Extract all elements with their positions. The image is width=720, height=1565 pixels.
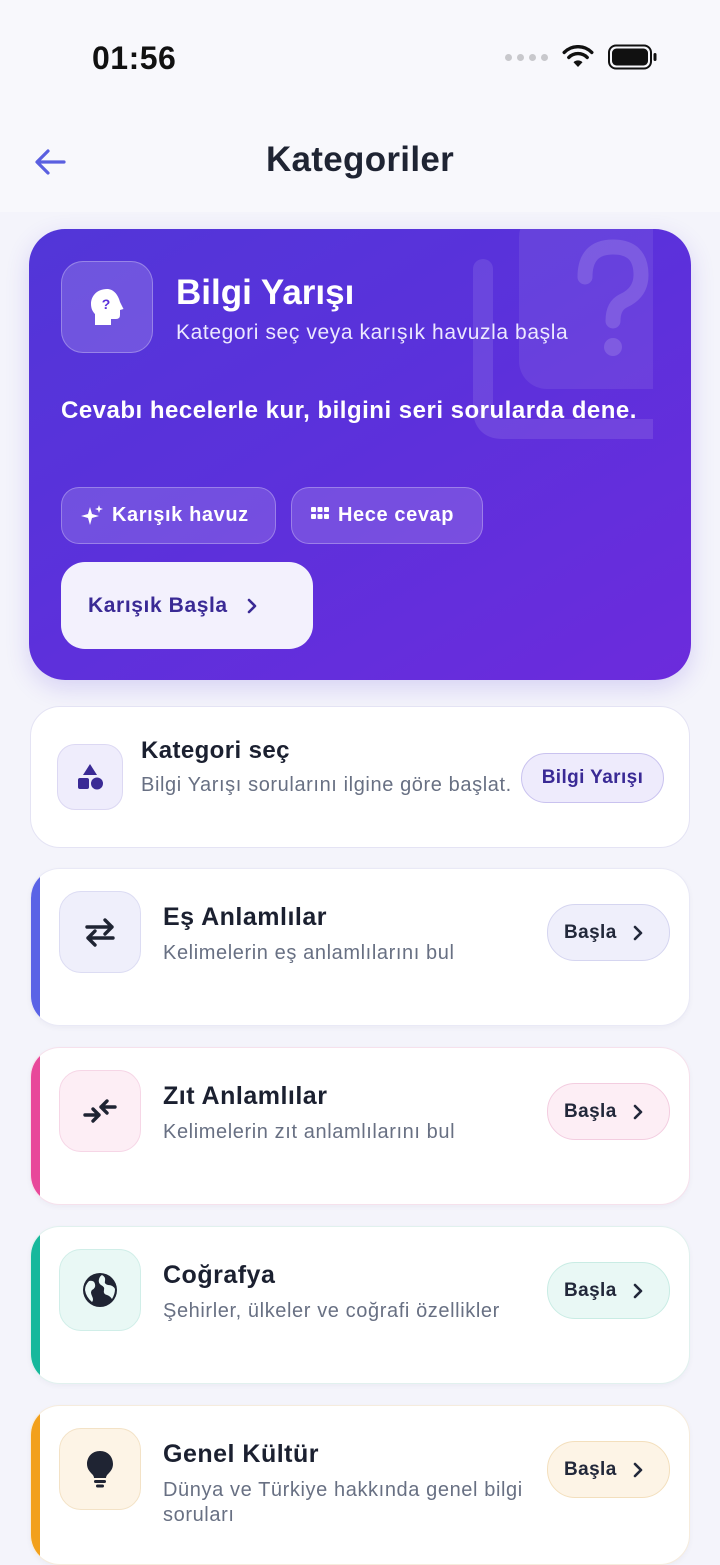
lightbulb-icon [87,1451,113,1488]
globe-icon [83,1273,117,1307]
start-button[interactable]: Başla [547,1441,670,1498]
quiz-type-badge[interactable]: Bilgi Yarışı [521,753,664,803]
signal-icon [505,53,548,61]
page-title: Kategoriler [265,140,455,179]
opposite-arrows-icon [83,1099,117,1123]
chevron-right-icon [247,598,257,613]
category-title: Eş Anlamlılar [163,903,327,931]
general-culture-icon-box [59,1428,141,1510]
start-button[interactable]: Başla [547,904,670,961]
wifi-icon [562,45,594,67]
svg-text:?: ? [102,296,111,312]
shapes-icon-box [57,744,123,810]
shapes-icon [78,764,103,790]
category-description: Şehirler, ülkeler ve coğrafi özellikler [163,1300,500,1322]
category-title: Zıt Anlamlılar [163,1082,328,1110]
swap-arrows-icon [85,918,115,947]
synonyms-icon-box [59,891,141,973]
category-description: Dünya ve Türkiye hakkında genel bilgi so… [163,1479,523,1526]
app-header: Kategoriler [0,110,720,212]
hero-subtitle: Kategori seç veya karışık havuzla başla [176,321,569,344]
hero-card: ? Bilgi Yarışı Kategori seç veya karışık… [29,229,691,680]
start-button-label: Karışık Başla [88,593,228,617]
syllable-answer-chip[interactable]: Hece cevap [291,487,483,544]
category-title: Coğrafya [163,1261,276,1289]
start-button[interactable]: Başla [547,1262,670,1319]
accent-bar [31,1227,40,1383]
category-description: Kelimelerin zıt anlamlılarını bul [163,1121,456,1143]
chip-label: Karışık havuz [112,504,249,526]
mixed-start-button[interactable]: Karışık Başla [61,562,313,649]
select-description: Bilgi Yarışı sorularını ilgine göre başl… [141,774,512,796]
select-title: Kategori seç [141,737,290,764]
start-button-label: Başla [564,921,617,943]
hero-description: Cevabı hecelerle kur, bilgini seri sorul… [61,397,637,424]
chevron-right-icon [633,1283,643,1298]
start-button-label: Başla [564,1279,617,1301]
status-time: 01:56 [92,40,177,76]
antonyms-icon-box [59,1070,141,1152]
category-card-general-culture[interactable]: Genel Kültür Dünya ve Türkiye hakkında g… [30,1405,690,1565]
battery-icon [608,44,657,70]
start-button-label: Başla [564,1100,617,1122]
status-icons [505,44,658,70]
category-card-antonyms[interactable]: Zıt Anlamlılar Kelimelerin zıt anlamlıla… [30,1047,690,1205]
head-question-icon: ? [91,289,124,325]
select-category-card: Kategori seç Bilgi Yarışı sorularını ilg… [30,706,690,848]
accent-bar [31,1406,40,1564]
accent-bar [31,869,40,1025]
start-button[interactable]: Başla [547,1083,670,1140]
grid-icon [311,506,329,519]
chevron-right-icon [633,1104,643,1119]
sparkles-icon [81,504,103,525]
accent-bar [31,1048,40,1204]
chip-label: Hece cevap [338,504,455,526]
category-card-geography[interactable]: Coğrafya Şehirler, ülkeler ve coğrafi öz… [30,1226,690,1384]
start-button-label: Başla [564,1458,617,1480]
category-title: Genel Kültür [163,1440,320,1468]
category-card-synonyms[interactable]: Eş Anlamlılar Kelimelerin eş anlamlıları… [30,868,690,1026]
category-description: Kelimelerin eş anlamlılarını bul [163,942,455,964]
hero-title: Bilgi Yarışı [176,273,355,312]
chevron-right-icon [633,1462,643,1477]
chevron-right-icon [633,925,643,940]
quiz-head-icon-box: ? [61,261,153,353]
geography-icon-box [59,1249,141,1331]
mixed-pool-chip[interactable]: Karışık havuz [61,487,276,544]
status-bar: 01:56 [0,0,720,110]
